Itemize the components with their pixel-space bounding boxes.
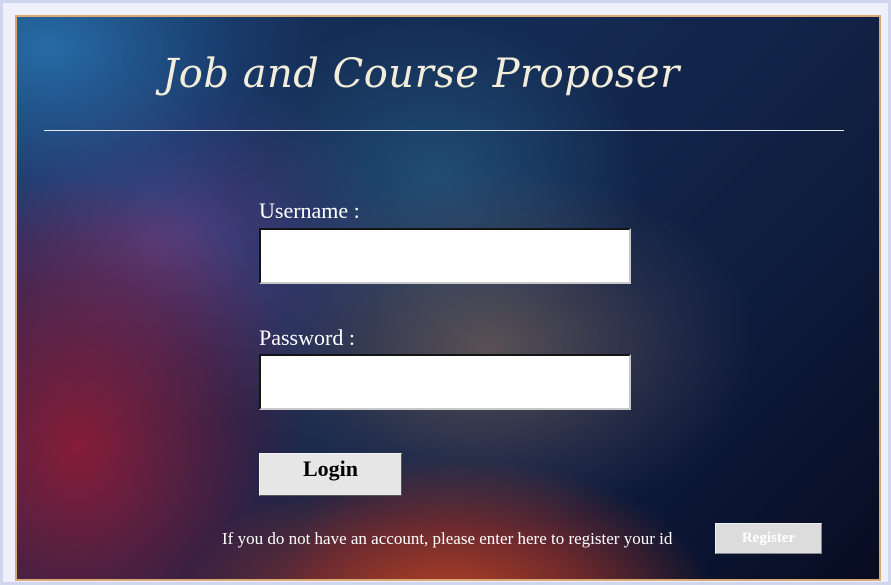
password-label: Password : xyxy=(259,325,355,350)
register-prompt: If you do not have an account, please en… xyxy=(222,529,673,548)
register-button[interactable]: Register xyxy=(715,523,822,554)
username-label: Username : xyxy=(259,198,360,223)
title-divider xyxy=(44,130,844,131)
page-frame: Job and Course Proposer Username : Passw… xyxy=(0,0,891,585)
login-panel: Job and Course Proposer Username : Passw… xyxy=(15,15,881,581)
password-input[interactable] xyxy=(259,354,631,410)
username-input[interactable] xyxy=(259,228,631,284)
page-title: Job and Course Proposer xyxy=(162,51,680,97)
login-button[interactable]: Login xyxy=(259,453,402,496)
